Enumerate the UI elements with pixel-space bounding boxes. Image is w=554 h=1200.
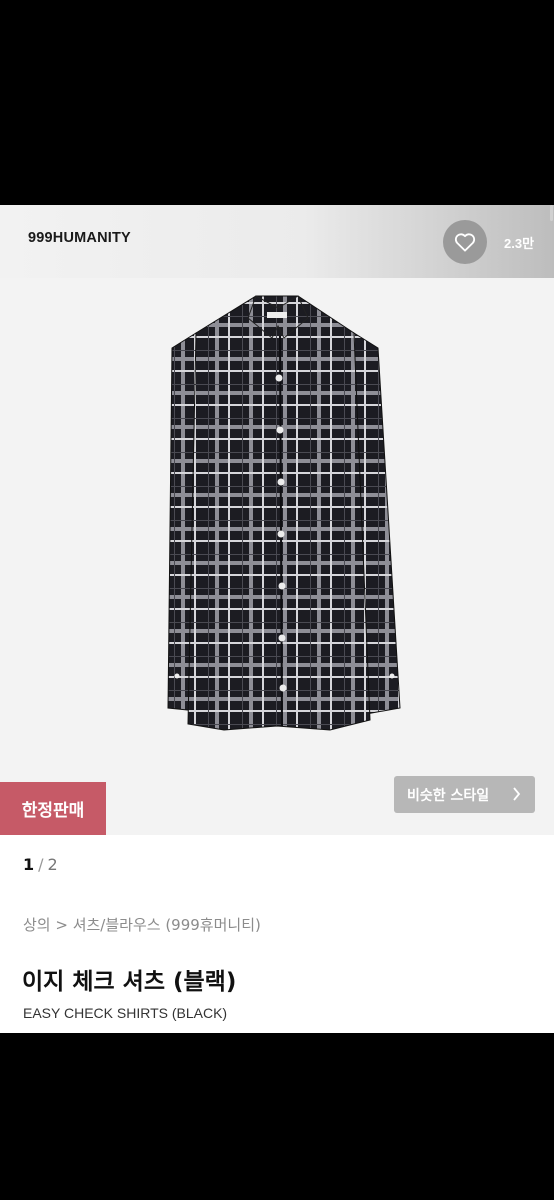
similar-style-button[interactable]: 비슷한 스타일 (394, 776, 535, 813)
image-pager: 1/2 (23, 855, 58, 874)
app-screen: 999HUMANITY 2.3만 한정판매 비슷한 스타일 1 / 2 상의 >… (0, 205, 554, 1033)
brand-header: 999HUMANITY 2.3만 (0, 205, 554, 278)
category-breadcrumb[interactable]: 상의 > 셔츠/블라우스 (999휴머니티) (23, 914, 261, 935)
product-title-english: EASY CHECK SHIRTS (BLACK) (23, 1005, 228, 1021)
like-button[interactable] (443, 220, 487, 264)
heart-outline-icon (454, 233, 476, 252)
like-count: 2.3만 (504, 236, 535, 251)
limited-sale-badge: 한정판매 (0, 782, 106, 835)
brand-name[interactable]: 999HUMANITY (28, 230, 131, 246)
chevron-right-icon (513, 787, 521, 801)
similar-style-label: 비슷한 스타일 (407, 787, 490, 804)
pager-current: 1 (23, 855, 35, 874)
checked-shirt-image (167, 295, 401, 731)
pager-separator: / (38, 855, 44, 874)
pager-total: 2 (47, 855, 58, 874)
product-image[interactable] (0, 278, 554, 835)
product-title: 이지 체크 셔츠 (블랙) (22, 969, 237, 995)
scrollbar[interactable] (550, 205, 553, 221)
